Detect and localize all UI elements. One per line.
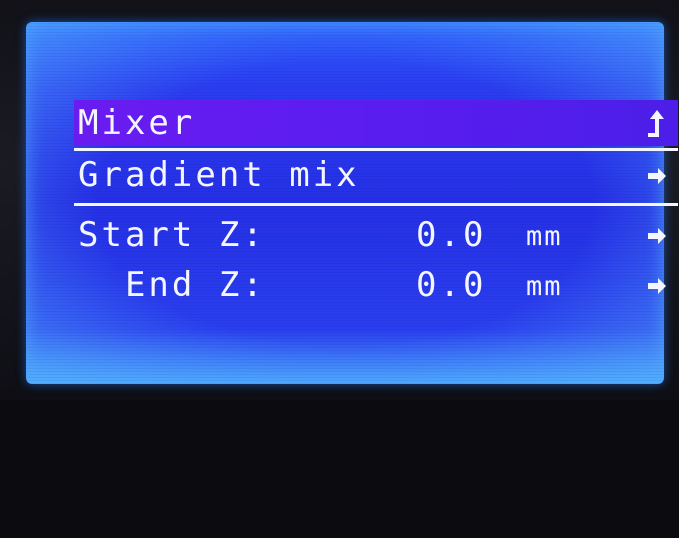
right-arrow-icon xyxy=(644,152,670,198)
right-arrow-icon xyxy=(644,262,670,308)
menu-title: Mixer xyxy=(78,103,196,143)
right-arrow-icon xyxy=(644,212,670,258)
end-z-unit: mm xyxy=(526,271,563,302)
menu-item-end-z[interactable]: End Z: 0.0 mm xyxy=(74,262,678,308)
menu-item-start-z[interactable]: Start Z: 0.0 mm xyxy=(74,212,678,258)
lcd-screen: Mixer Gradient mix Start Z: 0.0 mm End Z… xyxy=(74,80,678,320)
menu-item-label: Start Z: xyxy=(78,215,266,255)
up-arrow-icon[interactable] xyxy=(644,100,670,146)
menu-item-label: End Z: xyxy=(78,265,266,305)
lcd-panel: Mixer Gradient mix Start Z: 0.0 mm End Z… xyxy=(26,22,678,384)
separator-line xyxy=(74,203,678,206)
menu-header[interactable]: Mixer xyxy=(74,100,678,146)
start-z-unit: mm xyxy=(526,221,563,252)
menu-item-label: Gradient mix xyxy=(78,155,360,195)
end-z-value: 0.0 xyxy=(416,265,487,305)
display-bezel: Mixer Gradient mix Start Z: 0.0 mm End Z… xyxy=(0,0,679,400)
start-z-value: 0.0 xyxy=(416,215,487,255)
menu-item-gradient-mix[interactable]: Gradient mix xyxy=(74,152,678,198)
separator-line xyxy=(74,148,678,151)
